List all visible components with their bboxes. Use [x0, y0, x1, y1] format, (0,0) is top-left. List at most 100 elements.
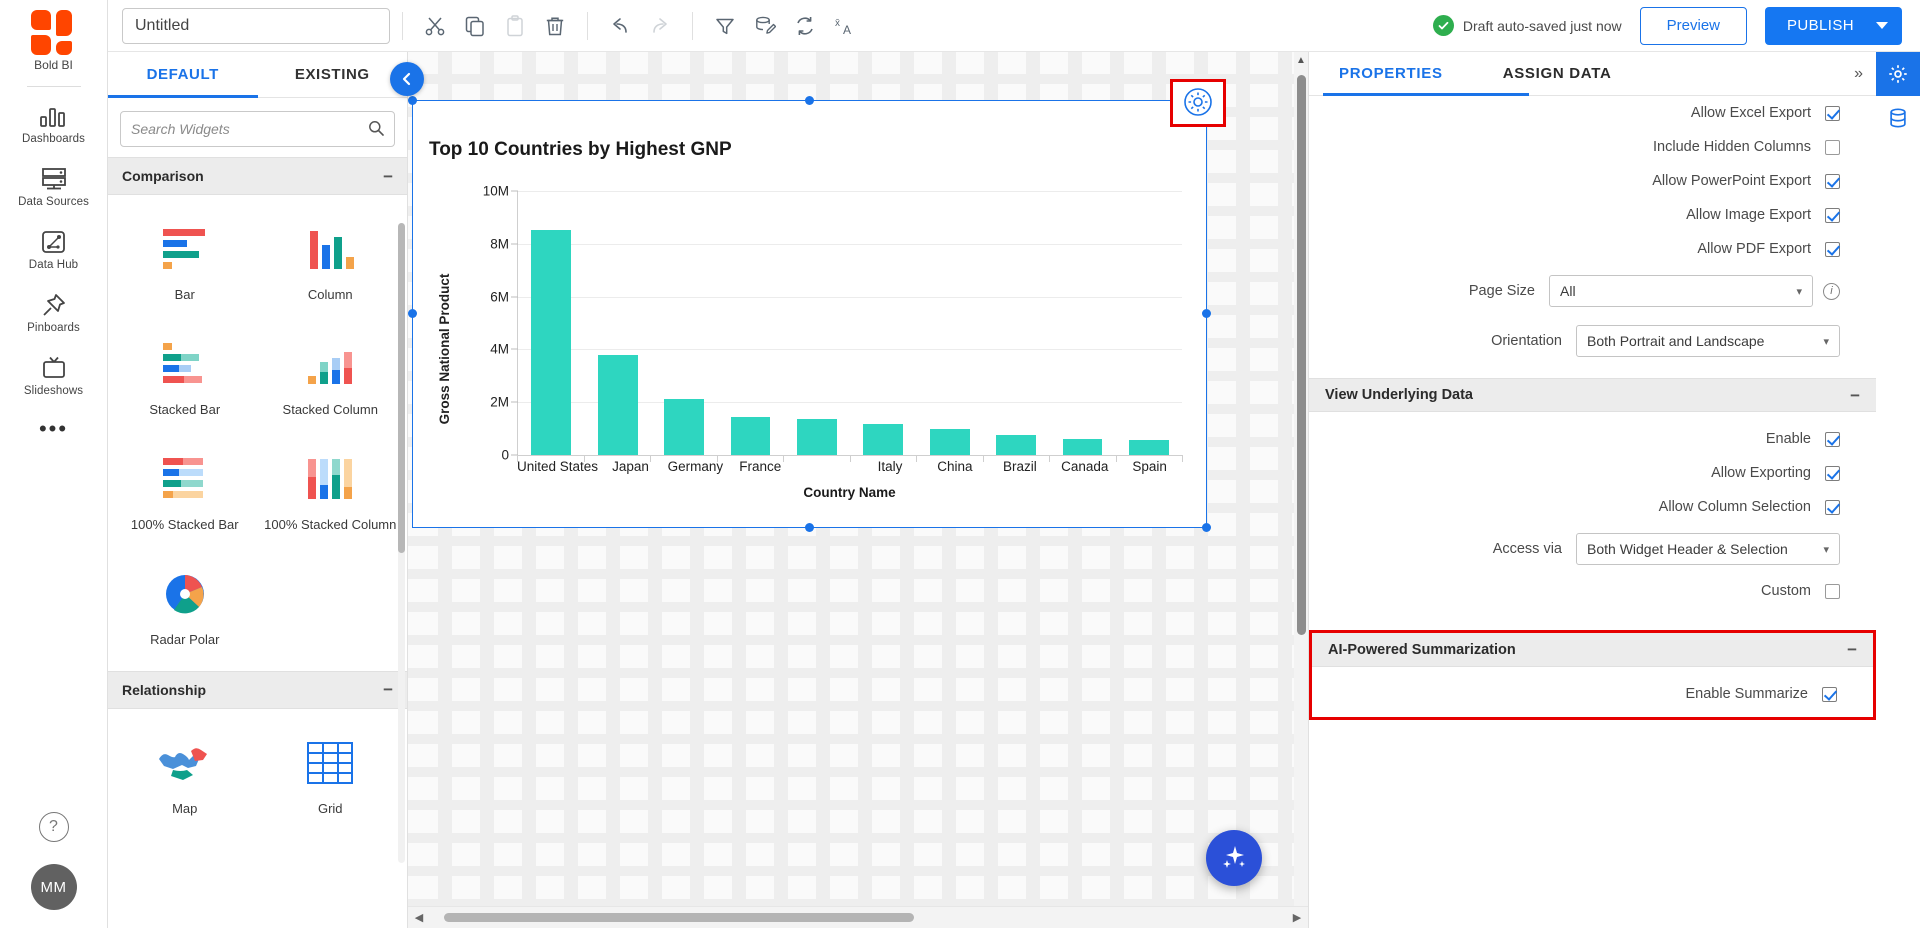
- scroll-up-icon[interactable]: ▲: [1296, 52, 1306, 69]
- expand-panel-icon[interactable]: »: [1854, 65, 1876, 83]
- chart-bar[interactable]: [664, 399, 704, 455]
- tab-assign-data[interactable]: ASSIGN DATA: [1473, 52, 1642, 96]
- resize-handle-bottom-middle[interactable]: [805, 523, 814, 532]
- collapse-icon[interactable]: −: [383, 168, 393, 185]
- chart-bar[interactable]: [1129, 440, 1169, 455]
- chart-bar-cell[interactable]: [584, 191, 650, 455]
- chart-bar-cell[interactable]: [518, 191, 584, 455]
- widget-card-grid[interactable]: Grid: [258, 721, 404, 836]
- canvas-vertical-scrollbar[interactable]: ▲: [1294, 52, 1308, 906]
- tab-default[interactable]: DEFAULT: [108, 52, 258, 97]
- redo-icon[interactable]: [640, 8, 680, 44]
- resize-handle-bottom-right[interactable]: [1202, 523, 1211, 532]
- widget-card-map[interactable]: Map: [112, 721, 258, 836]
- search-box[interactable]: [120, 111, 395, 147]
- ai-assistant-button[interactable]: [1206, 830, 1262, 886]
- delete-icon[interactable]: [535, 8, 575, 44]
- chart-bar-cell[interactable]: [651, 191, 717, 455]
- dashboard-title-input[interactable]: [122, 8, 390, 44]
- property-checkbox[interactable]: [1825, 140, 1840, 155]
- help-icon[interactable]: ?: [39, 812, 69, 842]
- chart-bar-cell[interactable]: [916, 191, 982, 455]
- sidebar-item-data-sources[interactable]: Data Sources: [0, 156, 107, 219]
- tab-properties[interactable]: PROPERTIES: [1309, 52, 1473, 96]
- chart-bar-cell[interactable]: [1116, 191, 1182, 455]
- widget-card-column[interactable]: Column: [258, 207, 404, 322]
- sidebar-item-data-hub[interactable]: Data Hub: [0, 219, 107, 282]
- scroll-right-icon[interactable]: ▶: [1286, 911, 1308, 924]
- widget-card-stacked-bar[interactable]: Stacked Bar: [112, 322, 258, 437]
- collapse-panel-button[interactable]: [390, 62, 424, 96]
- property-checkbox[interactable]: [1825, 174, 1840, 189]
- property-checkbox[interactable]: [1825, 242, 1840, 257]
- widget-card-pct-stacked-bar[interactable]: 100% Stacked Bar: [112, 437, 258, 552]
- chevron-down-icon[interactable]: [1876, 22, 1888, 29]
- scroll-thumb-vertical[interactable]: [1297, 75, 1306, 635]
- chevron-down-icon[interactable]: ▾: [1823, 335, 1829, 348]
- collapse-icon[interactable]: −: [1850, 387, 1860, 404]
- chart-bar-cell[interactable]: [784, 191, 850, 455]
- undo-icon[interactable]: [600, 8, 640, 44]
- dataset-edit-icon[interactable]: [745, 8, 785, 44]
- scroll-thumb-horizontal[interactable]: [444, 913, 914, 922]
- property-section-header[interactable]: View Underlying Data−: [1309, 378, 1876, 412]
- sidebar-more-button[interactable]: •••: [39, 408, 68, 438]
- collapse-icon[interactable]: −: [1847, 641, 1857, 658]
- property-checkbox[interactable]: [1825, 432, 1840, 447]
- chart-bar[interactable]: [930, 429, 970, 455]
- group-header-relationship[interactable]: Relationship −: [108, 671, 407, 709]
- collapse-icon[interactable]: −: [383, 681, 393, 698]
- widget-card-radar-polar[interactable]: Radar Polar: [112, 552, 258, 667]
- paste-icon[interactable]: [495, 8, 535, 44]
- avatar[interactable]: MM: [31, 864, 77, 910]
- resize-handle-middle-right[interactable]: [1202, 309, 1211, 318]
- property-select[interactable]: Both Portrait and Landscape▾: [1576, 325, 1840, 357]
- refresh-icon[interactable]: [785, 8, 825, 44]
- resize-handle-top-left[interactable]: [408, 96, 417, 105]
- chart-bar[interactable]: [797, 419, 837, 455]
- chart-bar-cell[interactable]: [1049, 191, 1115, 455]
- chart-bar[interactable]: [531, 230, 571, 455]
- chart-bar[interactable]: [863, 424, 903, 455]
- property-checkbox[interactable]: [1825, 106, 1840, 121]
- chart-widget[interactable]: Top 10 Countries by Highest GNP Gross Na…: [412, 100, 1207, 528]
- widgets-scroll-area[interactable]: Comparison − Bar: [108, 157, 407, 928]
- group-header-comparison[interactable]: Comparison −: [108, 157, 407, 195]
- sidebar-item-pinboards[interactable]: Pinboards: [0, 282, 107, 345]
- copy-icon[interactable]: [455, 8, 495, 44]
- publish-button[interactable]: PUBLISH: [1765, 7, 1902, 45]
- chart-bar[interactable]: [731, 417, 771, 455]
- sidebar-item-slideshows[interactable]: Slideshows: [0, 345, 107, 408]
- info-icon[interactable]: i: [1823, 283, 1840, 300]
- canvas-horizontal-scrollbar[interactable]: ◀ ▶: [408, 906, 1308, 928]
- property-select[interactable]: All▾: [1549, 275, 1813, 307]
- filter-icon[interactable]: [705, 8, 745, 44]
- cut-icon[interactable]: [415, 8, 455, 44]
- widget-card-stacked-column[interactable]: Stacked Column: [258, 322, 404, 437]
- chart-bar-cell[interactable]: [717, 191, 783, 455]
- chart-bar-cell[interactable]: [983, 191, 1049, 455]
- chart-bar[interactable]: [996, 435, 1036, 456]
- chart-bar[interactable]: [1063, 439, 1103, 455]
- property-section-header[interactable]: AI-Powered Summarization−: [1312, 633, 1873, 667]
- chevron-down-icon[interactable]: ▾: [1796, 285, 1802, 298]
- settings-gear-icon[interactable]: [1183, 87, 1213, 120]
- property-checkbox[interactable]: [1825, 500, 1840, 515]
- chevron-down-icon[interactable]: ▾: [1823, 543, 1829, 556]
- property-select[interactable]: Both Widget Header & Selection▾: [1576, 533, 1840, 565]
- scroll-left-icon[interactable]: ◀: [408, 911, 430, 924]
- resize-handle-top-middle[interactable]: [805, 96, 814, 105]
- property-checkbox[interactable]: [1825, 208, 1840, 223]
- database-icon[interactable]: [1876, 96, 1920, 140]
- widgets-panel-scrollbar[interactable]: [398, 223, 405, 863]
- translate-icon[interactable]: x̄A: [825, 8, 865, 44]
- chart-bar[interactable]: [598, 355, 638, 455]
- resize-handle-middle-left[interactable]: [408, 309, 417, 318]
- property-checkbox[interactable]: [1825, 466, 1840, 481]
- search-icon[interactable]: [358, 120, 394, 139]
- sidebar-item-dashboards[interactable]: Dashboards: [0, 93, 107, 156]
- widget-card-bar[interactable]: Bar: [112, 207, 258, 322]
- widget-card-pct-stacked-column[interactable]: 100% Stacked Column: [258, 437, 404, 552]
- dashboard-canvas[interactable]: Top 10 Countries by Highest GNP Gross Na…: [408, 52, 1308, 928]
- chart-bar-cell[interactable]: [850, 191, 916, 455]
